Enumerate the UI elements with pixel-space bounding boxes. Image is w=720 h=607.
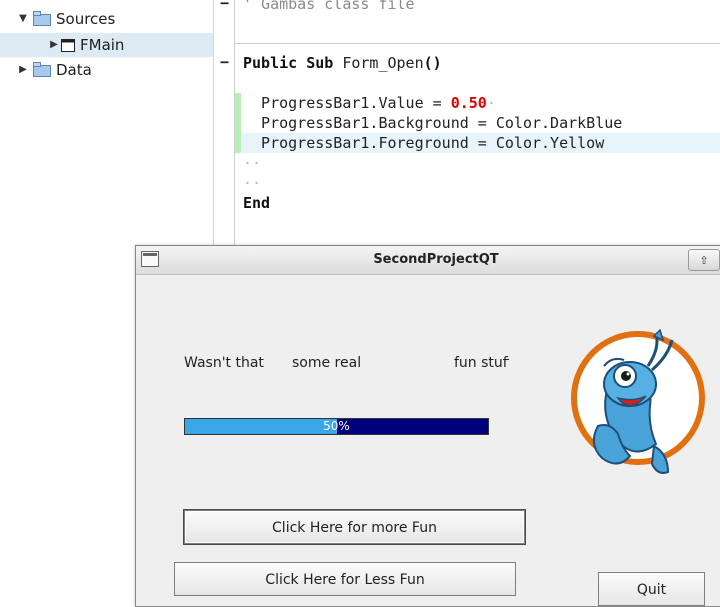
code-line: ProgressBar1.Value = 0.50· [243, 94, 496, 112]
tree-item-data[interactable]: ▶ Data [0, 58, 213, 82]
tree-item-label: FMain [80, 36, 125, 54]
code-line: ProgressBar1.Foreground = Color.Yellow [243, 134, 605, 152]
fold-marker-icon[interactable]: − [220, 53, 232, 71]
code-line-end: End [243, 194, 271, 212]
gambas-shrimp-mascot-icon [571, 328, 705, 474]
app-window: SecondProjectQT ⇧ Wasn't that some real … [135, 245, 720, 607]
code-text: ProgressBar1.Value = [243, 94, 451, 112]
label-wasnt-that: Wasn't that [184, 355, 264, 371]
label-some-real: some real [292, 355, 362, 371]
tree-item-fmain[interactable]: ▶ FMain [0, 33, 213, 57]
change-indicator [235, 93, 241, 153]
fold-marker-icon[interactable]: − [220, 0, 232, 12]
folder-icon [33, 62, 51, 77]
code-parens: () [423, 54, 442, 72]
less-fun-button[interactable]: Click Here for Less Fun [174, 562, 516, 596]
code-sub-name: Form_Open [342, 54, 424, 72]
window-titlebar[interactable]: SecondProjectQT ⇧ [136, 246, 720, 275]
more-fun-button[interactable]: Click Here for more Fun [184, 510, 525, 544]
code-comment: ' Gambas class file [243, 0, 415, 13]
collapsed-arrow-icon[interactable]: ▶ [48, 33, 60, 57]
form-icon [61, 39, 79, 53]
tree-item-label: Sources [56, 10, 116, 28]
code-line: ProgressBar1.Background = Color.DarkBlue [243, 114, 623, 132]
progress-bar: 50% [184, 418, 489, 435]
code-empty-line: ·· [243, 174, 262, 192]
code-keyword: Public Sub [243, 54, 334, 72]
window-title: SecondProjectQT [373, 252, 499, 267]
tree-row-hidden[interactable] [0, 0, 213, 6]
tree-item-label: Data [56, 61, 92, 79]
code-number: 0.50 [450, 94, 487, 112]
folder-icon [33, 11, 51, 26]
code-separator [234, 43, 720, 44]
code-empty-line: ·· [243, 154, 262, 172]
tree-item-sources[interactable]: ▼ Sources [0, 7, 213, 31]
expand-arrow-icon[interactable]: ▼ [17, 7, 29, 31]
collapsed-arrow-icon[interactable]: ▶ [17, 58, 29, 82]
code-editor[interactable]: − ' Gambas class file − Public Sub Form_… [214, 0, 720, 245]
maximize-button[interactable]: ⇧ [688, 249, 720, 271]
quit-button[interactable]: Quit [598, 572, 705, 606]
label-fun-stuff: fun stuff [454, 355, 509, 371]
progress-text: 50% [323, 419, 350, 433]
code-line-sub: Public Sub Form_Open() [243, 53, 442, 73]
